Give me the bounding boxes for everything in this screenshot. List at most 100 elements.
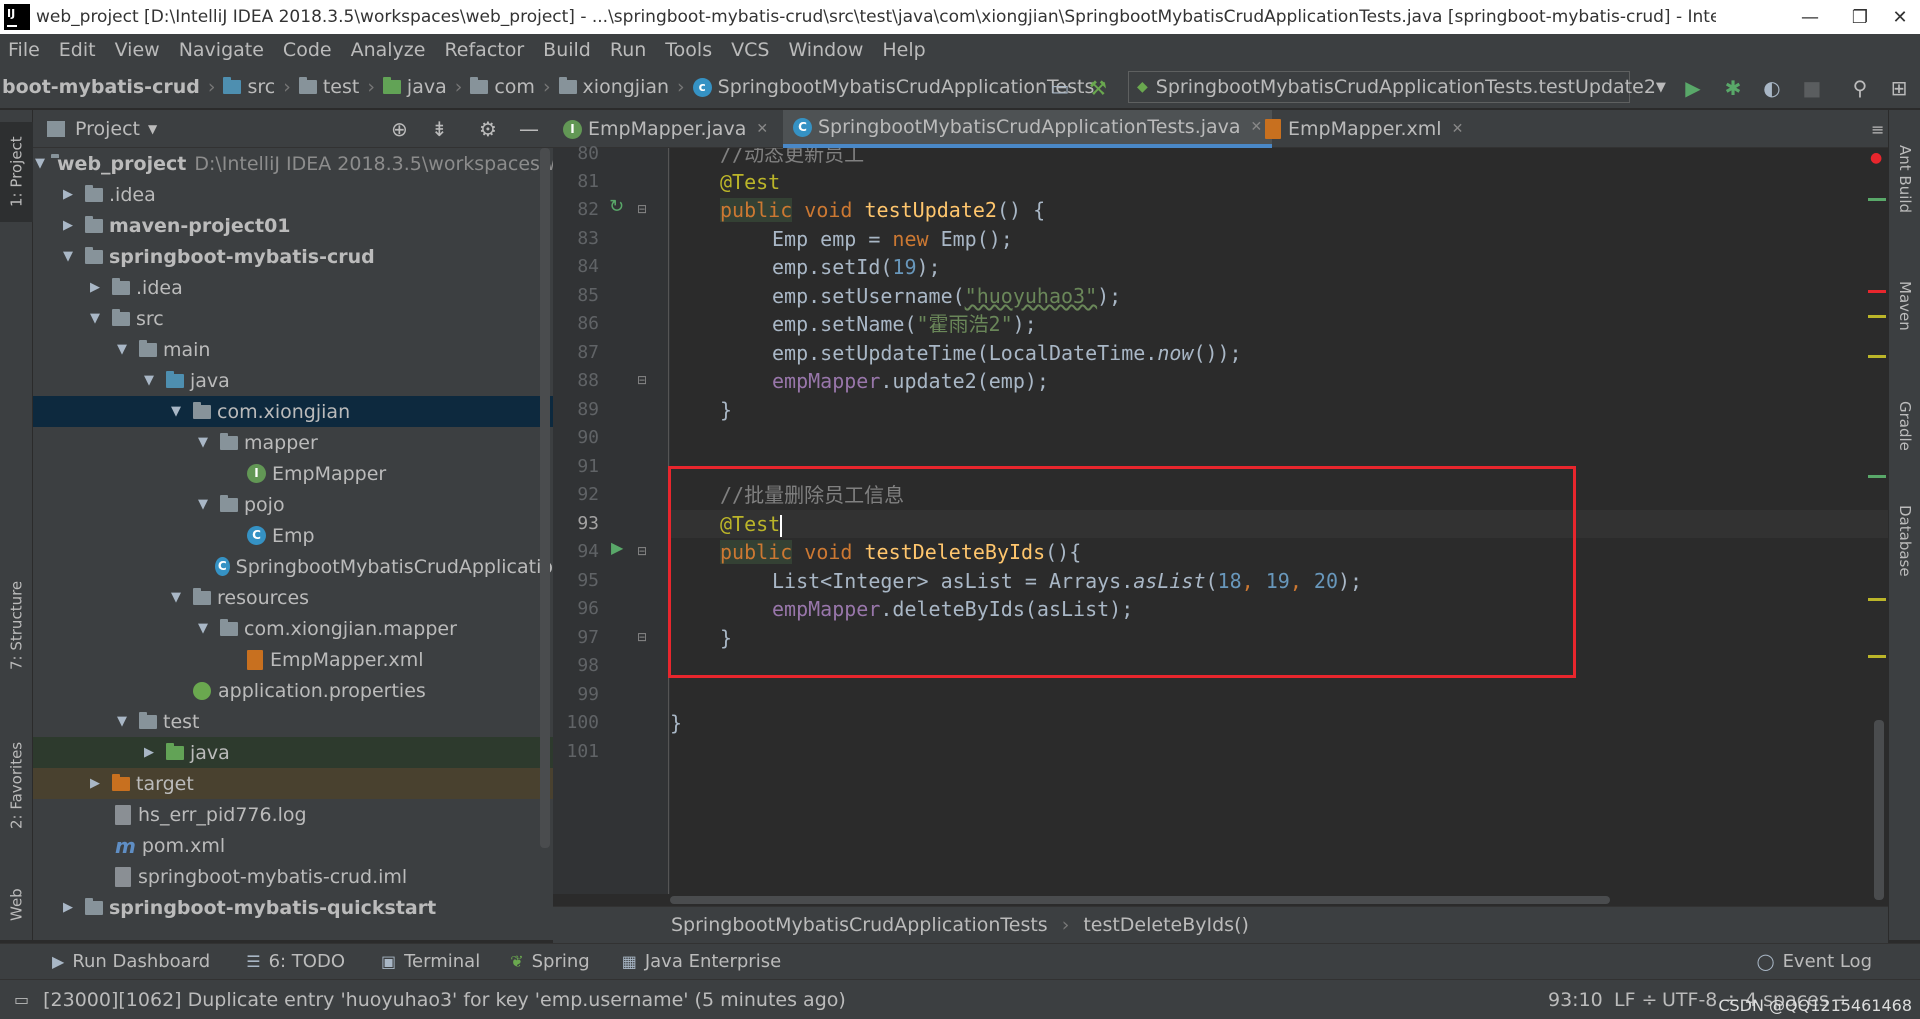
fold-icon[interactable]: ⊟ — [637, 630, 647, 644]
tree-item-java-main[interactable]: ▼ java — [33, 365, 553, 396]
menu-edit[interactable]: Edit — [59, 39, 96, 61]
tree-item-mapper[interactable]: ▼ mapper — [33, 427, 553, 458]
tree-item-maven-project01[interactable]: ▶ maven-project01 — [33, 210, 553, 241]
tree-item-quickstart[interactable]: ▶ springboot-mybatis-quickstart — [33, 892, 553, 923]
fold-icon[interactable]: ⊟ — [637, 544, 647, 558]
chevron-down-icon[interactable]: ▼ — [111, 342, 133, 357]
error-marker[interactable] — [1868, 290, 1886, 293]
chevron-down-icon[interactable]: ▼ — [148, 122, 157, 136]
chevron-down-icon[interactable]: ▼ — [35, 156, 45, 171]
nav-crumb-src[interactable]: src — [247, 76, 275, 98]
chevron-down-icon[interactable]: ▼ — [111, 714, 133, 729]
todo-button[interactable]: ☰ 6: TODO — [246, 951, 345, 972]
fold-icon[interactable]: ⊟ — [637, 202, 647, 216]
tab-database[interactable]: Database — [1889, 486, 1920, 596]
tree-item-target[interactable]: ▶ target — [33, 768, 553, 799]
chevron-down-icon[interactable]: ▼ — [165, 404, 187, 419]
caret-position[interactable]: 93:10 — [1548, 989, 1603, 1011]
menu-code[interactable]: Code — [283, 39, 332, 61]
project-structure-icon[interactable]: ⊞ — [1887, 76, 1911, 100]
tab-gradle[interactable]: Gradle — [1889, 376, 1920, 476]
terminal-button[interactable]: ▣ Terminal — [381, 951, 480, 972]
tree-item-application-class[interactable]: ▶ C SpringbootMybatisCrudApplicatio — [33, 551, 553, 582]
menu-help[interactable]: Help — [882, 39, 925, 61]
tree-item-idea[interactable]: ▶ .idea — [33, 179, 553, 210]
close-button[interactable]: ✕ — [1880, 0, 1920, 34]
menu-file[interactable]: File — [8, 39, 40, 61]
toggle-tool-windows-icon[interactable]: ▭ — [14, 990, 29, 1009]
nav-crumb-xiongjian[interactable]: xiongjian — [583, 76, 670, 98]
menu-navigate[interactable]: Navigate — [179, 39, 264, 61]
layout-icon[interactable]: ▭ — [1048, 76, 1072, 100]
build-hammer-icon[interactable]: ⚒ — [1086, 76, 1110, 100]
close-icon[interactable]: ✕ — [1452, 121, 1464, 137]
warning-marker[interactable] — [1868, 655, 1886, 658]
editor-horizontal-scrollbar[interactable] — [670, 894, 1888, 906]
warning-marker[interactable] — [1868, 315, 1886, 318]
tree-item-log-file[interactable]: hs_err_pid776.log — [33, 799, 553, 830]
tab-structure-tool[interactable]: 7: Structure — [0, 565, 33, 685]
scrollbar-thumb[interactable] — [670, 896, 1610, 904]
coverage-icon[interactable]: ◐ — [1760, 76, 1784, 100]
run-test-gutter-icon[interactable]: ↻ — [609, 196, 624, 217]
nav-crumb-class[interactable]: SpringbootMybatisCrudApplicationTests — [718, 76, 1095, 98]
tree-item-main[interactable]: ▼ main — [33, 334, 553, 365]
event-log-button[interactable]: ◯ Event Log — [1757, 951, 1872, 972]
spring-button[interactable]: ❦ Spring — [510, 951, 590, 972]
stop-icon[interactable]: ■ — [1800, 76, 1824, 100]
chevron-down-icon[interactable]: ▼ — [138, 373, 160, 388]
tree-item-com-xiongjian[interactable]: ▼ com.xiongjian — [33, 396, 553, 427]
status-message[interactable]: [23000][1062] Duplicate entry 'huoyuhao3… — [43, 989, 846, 1011]
tree-item-pom[interactable]: m pom.xml — [33, 830, 553, 861]
chevron-down-icon[interactable]: ▼ — [84, 311, 106, 326]
nav-crumb-module[interactable]: boot-mybatis-crud — [2, 76, 200, 98]
breadcrumb-method[interactable]: testDeleteByIds() — [1083, 914, 1249, 936]
tab-ant-build[interactable]: Ant Build — [1889, 124, 1920, 234]
editor-vertical-scrollbar[interactable] — [1874, 720, 1884, 900]
nav-crumb-com[interactable]: com — [494, 76, 535, 98]
breadcrumb-class[interactable]: SpringbootMybatisCrudApplicationTests — [671, 914, 1048, 936]
warning-marker[interactable] — [1868, 355, 1886, 358]
chevron-right-icon[interactable]: ▶ — [84, 280, 106, 295]
tree-item-empmapper[interactable]: ▶ I EmpMapper — [33, 458, 553, 489]
tree-item-springboot-mybatis-crud[interactable]: ▼ springboot-mybatis-crud — [33, 241, 553, 272]
locate-icon[interactable]: ⊕ — [391, 117, 408, 141]
chevron-down-icon[interactable]: ▼ — [165, 590, 187, 605]
tab-web-tool[interactable]: Web — [0, 875, 33, 935]
menu-refactor[interactable]: Refactor — [444, 39, 524, 61]
hide-panel-icon[interactable]: — — [519, 117, 539, 141]
tree-item-pojo[interactable]: ▼ pojo — [33, 489, 553, 520]
change-marker[interactable] — [1868, 198, 1886, 201]
collapse-all-icon[interactable]: ⇟ — [431, 117, 448, 141]
tab-empmapper-xml[interactable]: EmpMapper.xml ✕ — [1255, 110, 1473, 148]
tree-item-test[interactable]: ▼ test — [33, 706, 553, 737]
warning-marker[interactable] — [1868, 598, 1886, 601]
chevron-down-icon[interactable]: ▼ — [192, 497, 214, 512]
menu-window[interactable]: Window — [788, 39, 863, 61]
tab-tests-java[interactable]: C SpringbootMybatisCrudApplicationTests.… — [783, 110, 1273, 148]
gear-icon[interactable]: ⚙ — [479, 117, 497, 141]
debug-icon[interactable]: ✱ — [1721, 76, 1745, 100]
chevron-right-icon[interactable]: ▶ — [57, 218, 79, 233]
project-scrollbar[interactable] — [540, 148, 550, 848]
menu-vcs[interactable]: VCS — [731, 39, 769, 61]
error-indicator-icon[interactable]: ● — [1870, 150, 1882, 166]
chevron-down-icon[interactable]: ▼ — [57, 249, 79, 264]
tree-item-web-project[interactable]: ▼ web_project D:\IntelliJ IDEA 2018.3.5\… — [33, 148, 553, 179]
project-panel-title[interactable]: Project — [75, 118, 140, 140]
search-icon[interactable]: ⚲ — [1848, 76, 1872, 100]
chevron-down-icon[interactable]: ▼ — [192, 621, 214, 636]
tab-project-tool[interactable]: 1: Project — [0, 122, 33, 222]
run-configuration-select[interactable]: ◆ SpringbootMybatisCrudApplicationTests.… — [1128, 71, 1666, 103]
tab-maven[interactable]: Maven — [1889, 256, 1920, 356]
change-marker[interactable] — [1868, 475, 1886, 478]
chevron-right-icon[interactable]: ▶ — [84, 776, 106, 791]
nav-crumb-java[interactable]: java — [407, 76, 447, 98]
java-enterprise-button[interactable]: ▦ Java Enterprise — [622, 951, 781, 972]
tree-item-src[interactable]: ▼ src — [33, 303, 553, 334]
tree-item-application-properties[interactable]: ▶ application.properties — [33, 675, 553, 706]
chevron-right-icon[interactable]: ▶ — [57, 187, 79, 202]
line-separator[interactable]: LF ÷ — [1614, 989, 1657, 1011]
tree-item-java-test[interactable]: ▶ java — [33, 737, 553, 768]
tree-item-resources[interactable]: ▼ resources — [33, 582, 553, 613]
